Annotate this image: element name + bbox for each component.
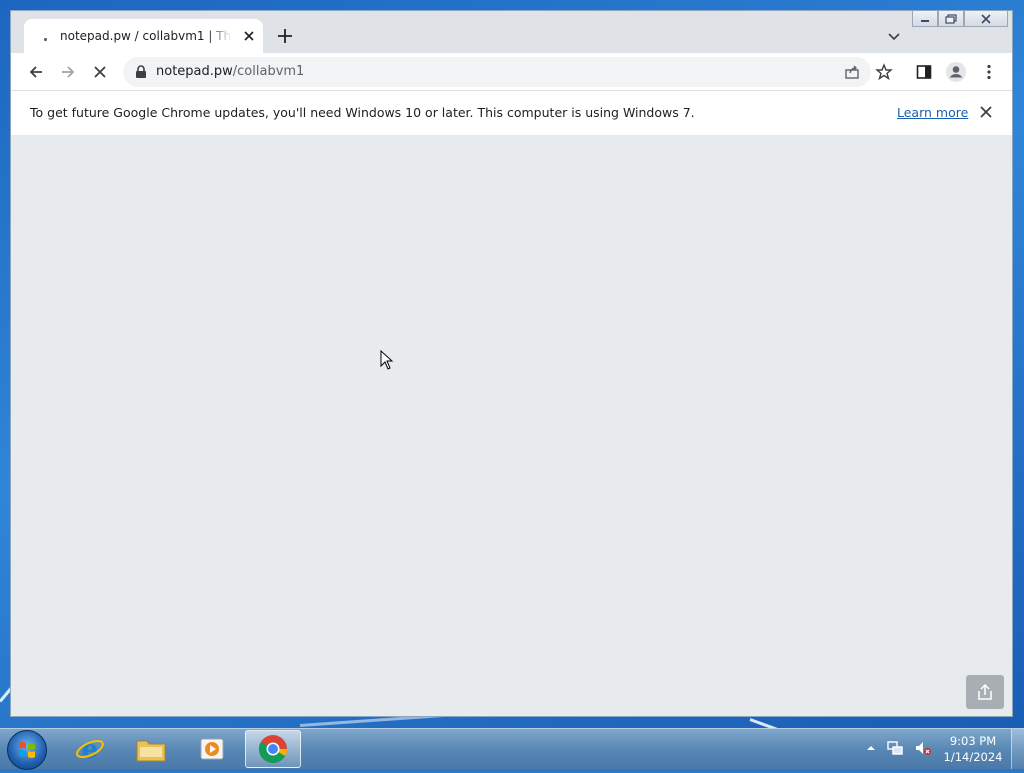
- title-bar: notepad.pw / collabvm1 | The na: [11, 11, 1012, 53]
- internet-explorer-icon: e: [76, 735, 104, 764]
- network-icon[interactable]: [886, 739, 904, 757]
- arrow-right-icon: [62, 66, 75, 78]
- start-button[interactable]: [7, 730, 47, 770]
- share-page-button[interactable]: [839, 59, 865, 85]
- url-host: notepad.pw: [156, 64, 233, 79]
- taskbar-media-player[interactable]: [184, 730, 240, 768]
- minimize-button[interactable]: [912, 11, 938, 27]
- taskbar-file-explorer[interactable]: [123, 730, 179, 768]
- arrow-left-icon: [29, 66, 42, 78]
- url-text: notepad.pw/collabvm1: [156, 64, 304, 79]
- star-icon: [875, 63, 893, 81]
- plus-icon: [278, 29, 292, 43]
- avatar-icon: [946, 62, 966, 82]
- upload-icon: [978, 683, 992, 700]
- profile-button[interactable]: [943, 59, 969, 85]
- bookmark-button[interactable]: [871, 59, 897, 85]
- learn-more-link[interactable]: Learn more: [897, 105, 968, 120]
- forward-button[interactable]: [55, 59, 81, 85]
- show-desktop-button[interactable]: [1011, 729, 1024, 769]
- loading-favicon-icon: [40, 29, 54, 43]
- share-icon: [845, 65, 859, 79]
- taskbar-chrome[interactable]: [245, 730, 301, 768]
- clock-date: 1/14/2024: [943, 750, 1003, 764]
- system-tray: [866, 739, 932, 757]
- restore-button[interactable]: [938, 11, 964, 27]
- minimize-icon: [921, 19, 929, 22]
- url-path: /collabvm1: [232, 64, 305, 79]
- page-share-button[interactable]: [966, 675, 1004, 709]
- svg-text:e: e: [82, 735, 99, 764]
- chrome-icon: [259, 735, 287, 763]
- update-infobar: To get future Google Chrome updates, you…: [11, 90, 1012, 136]
- lock-icon: [136, 65, 146, 78]
- tab-close-icon[interactable]: [241, 28, 257, 44]
- page-content[interactable]: [11, 135, 1012, 716]
- chevron-down-icon: [888, 33, 900, 41]
- taskbar-clock[interactable]: 9:03 PM 1/14/2024: [940, 733, 1006, 765]
- media-player-icon: [200, 738, 224, 760]
- window-controls: [912, 11, 1008, 27]
- taskbar-internet-explorer[interactable]: e: [62, 730, 118, 768]
- infobar-close-button[interactable]: [977, 103, 995, 121]
- browser-tab[interactable]: notepad.pw / collabvm1 | The na: [24, 19, 263, 53]
- restore-icon: [945, 13, 957, 24]
- browser-toolbar: notepad.pw/collabvm1: [11, 53, 1012, 90]
- chevron-up-icon[interactable]: [866, 743, 876, 753]
- close-icon: [94, 66, 106, 78]
- menu-button[interactable]: [976, 59, 1002, 85]
- address-bar[interactable]: notepad.pw/collabvm1: [123, 57, 871, 87]
- tab-title: notepad.pw / collabvm1 | The na: [60, 29, 232, 43]
- folder-icon: [136, 740, 166, 762]
- more-vert-icon: [987, 64, 991, 80]
- clock-time: 9:03 PM: [949, 734, 997, 748]
- mouse-cursor-icon: [380, 349, 394, 374]
- close-icon: [981, 13, 991, 24]
- volume-muted-icon[interactable]: [914, 739, 932, 757]
- windows-logo-icon: [19, 742, 35, 758]
- close-window-button[interactable]: [964, 11, 1008, 27]
- chrome-window: notepad.pw / collabvm1 | The na: [10, 10, 1013, 717]
- stop-loading-button[interactable]: [87, 59, 113, 85]
- side-panel-button[interactable]: [911, 59, 937, 85]
- tab-search-button[interactable]: [885, 27, 903, 45]
- back-button[interactable]: [23, 59, 49, 85]
- infobar-message: To get future Google Chrome updates, you…: [30, 105, 695, 120]
- new-tab-button[interactable]: [274, 25, 296, 47]
- close-icon: [980, 106, 992, 118]
- taskbar: e 9:03 PM 1/14/2024: [0, 728, 1024, 770]
- side-panel-icon: [916, 65, 932, 79]
